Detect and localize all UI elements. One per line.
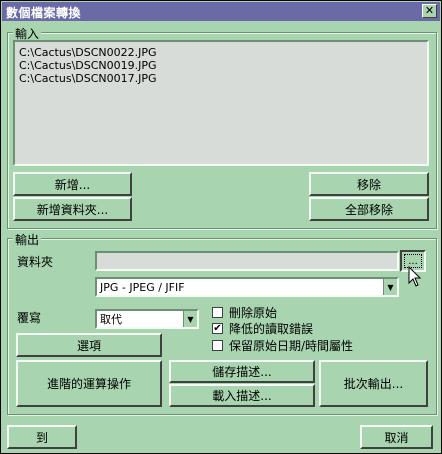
check-icon: ✔ xyxy=(213,322,222,334)
overwrite-dropdown[interactable]: 取代 ▼ xyxy=(95,309,199,329)
format-value: JPG - JPEG / JFIF xyxy=(100,281,185,294)
checkbox-label: 降低的讀取錯誤 xyxy=(229,322,314,336)
close-icon: ✕ xyxy=(424,4,435,17)
dropdown-arrow-icon[interactable]: ▼ xyxy=(383,279,397,295)
preserve-date-checkbox[interactable]: 保留原始日期/時間屬性 xyxy=(212,337,353,354)
add-button[interactable]: 新增... xyxy=(13,172,132,196)
close-button[interactable]: ✕ xyxy=(422,4,437,18)
folder-label: 資料夾 xyxy=(17,255,54,269)
list-item[interactable]: C:\Cactus\DSCN0017.JPG xyxy=(16,72,157,85)
add-folder-button-label: 新增資料夾... xyxy=(36,202,109,217)
mouse-pointer-icon xyxy=(408,266,422,287)
browse-button-label: ... xyxy=(408,255,418,267)
title-bar[interactable]: 數個檔案轉換 ✕ xyxy=(2,2,440,21)
options-button[interactable]: 選項 xyxy=(16,333,162,357)
options-button-label: 選項 xyxy=(76,338,101,353)
checkbox-label: 刪除原始 xyxy=(229,306,278,320)
reduce-read-errors-checkbox[interactable]: ✔ 降低的讀取錯誤 xyxy=(212,320,313,337)
advanced-operations-button[interactable]: 進階的運算操作 xyxy=(16,360,162,407)
cancel-button-label: 取消 xyxy=(384,430,409,445)
file-list-items: C:\Cactus\DSCN0022.JPG C:\Cactus\DSCN001… xyxy=(16,46,157,85)
save-description-button[interactable]: 儲存描述... xyxy=(169,360,315,383)
remove-all-button[interactable]: 全部移除 xyxy=(309,197,429,221)
remove-button-label: 移除 xyxy=(356,177,381,192)
remove-button[interactable]: 移除 xyxy=(309,172,429,196)
overwrite-value: 取代 xyxy=(100,313,122,326)
batch-output-button-label: 批次輸出... xyxy=(343,377,404,391)
format-dropdown[interactable]: JPG - JPEG / JFIF ▼ xyxy=(95,277,399,297)
list-item[interactable]: C:\Cactus\DSCN0022.JPG xyxy=(16,46,157,59)
delete-original-checkbox[interactable]: 刪除原始 xyxy=(212,304,277,321)
goto-button[interactable]: 到 xyxy=(7,425,77,449)
overwrite-label: 覆寫 xyxy=(17,311,42,325)
goto-button-label: 到 xyxy=(35,430,48,445)
remove-all-button-label: 全部移除 xyxy=(344,202,393,217)
convert-multiple-files-dialog: 數個檔案轉換 ✕ 輸入 C:\Cactus\DSCN0022.JPG C:\Ca… xyxy=(0,0,442,454)
input-file-list[interactable]: C:\Cactus\DSCN0022.JPG C:\Cactus\DSCN001… xyxy=(13,40,429,166)
output-legend: 輸出 xyxy=(13,231,42,248)
add-button-label: 新增... xyxy=(54,177,91,192)
load-description-button-label: 載入描述... xyxy=(212,389,272,403)
checkbox-box[interactable]: ✔ xyxy=(212,323,223,334)
window-title: 數個檔案轉換 xyxy=(6,6,82,20)
save-description-button-label: 儲存描述... xyxy=(212,365,272,379)
folder-field[interactable] xyxy=(95,251,399,271)
checkbox-box[interactable] xyxy=(212,307,223,318)
dropdown-arrow-icon[interactable]: ▼ xyxy=(183,311,197,327)
advanced-operations-button-label: 進階的運算操作 xyxy=(46,377,131,391)
batch-output-button[interactable]: 批次輸出... xyxy=(319,360,428,407)
load-description-button[interactable]: 載入描述... xyxy=(169,384,315,407)
checkbox-label: 保留原始日期/時間屬性 xyxy=(229,339,354,353)
cancel-button[interactable]: 取消 xyxy=(360,425,433,449)
checkbox-box[interactable] xyxy=(212,340,223,351)
add-folder-button[interactable]: 新增資料夾... xyxy=(13,197,132,221)
list-item[interactable]: C:\Cactus\DSCN0019.JPG xyxy=(16,59,157,72)
